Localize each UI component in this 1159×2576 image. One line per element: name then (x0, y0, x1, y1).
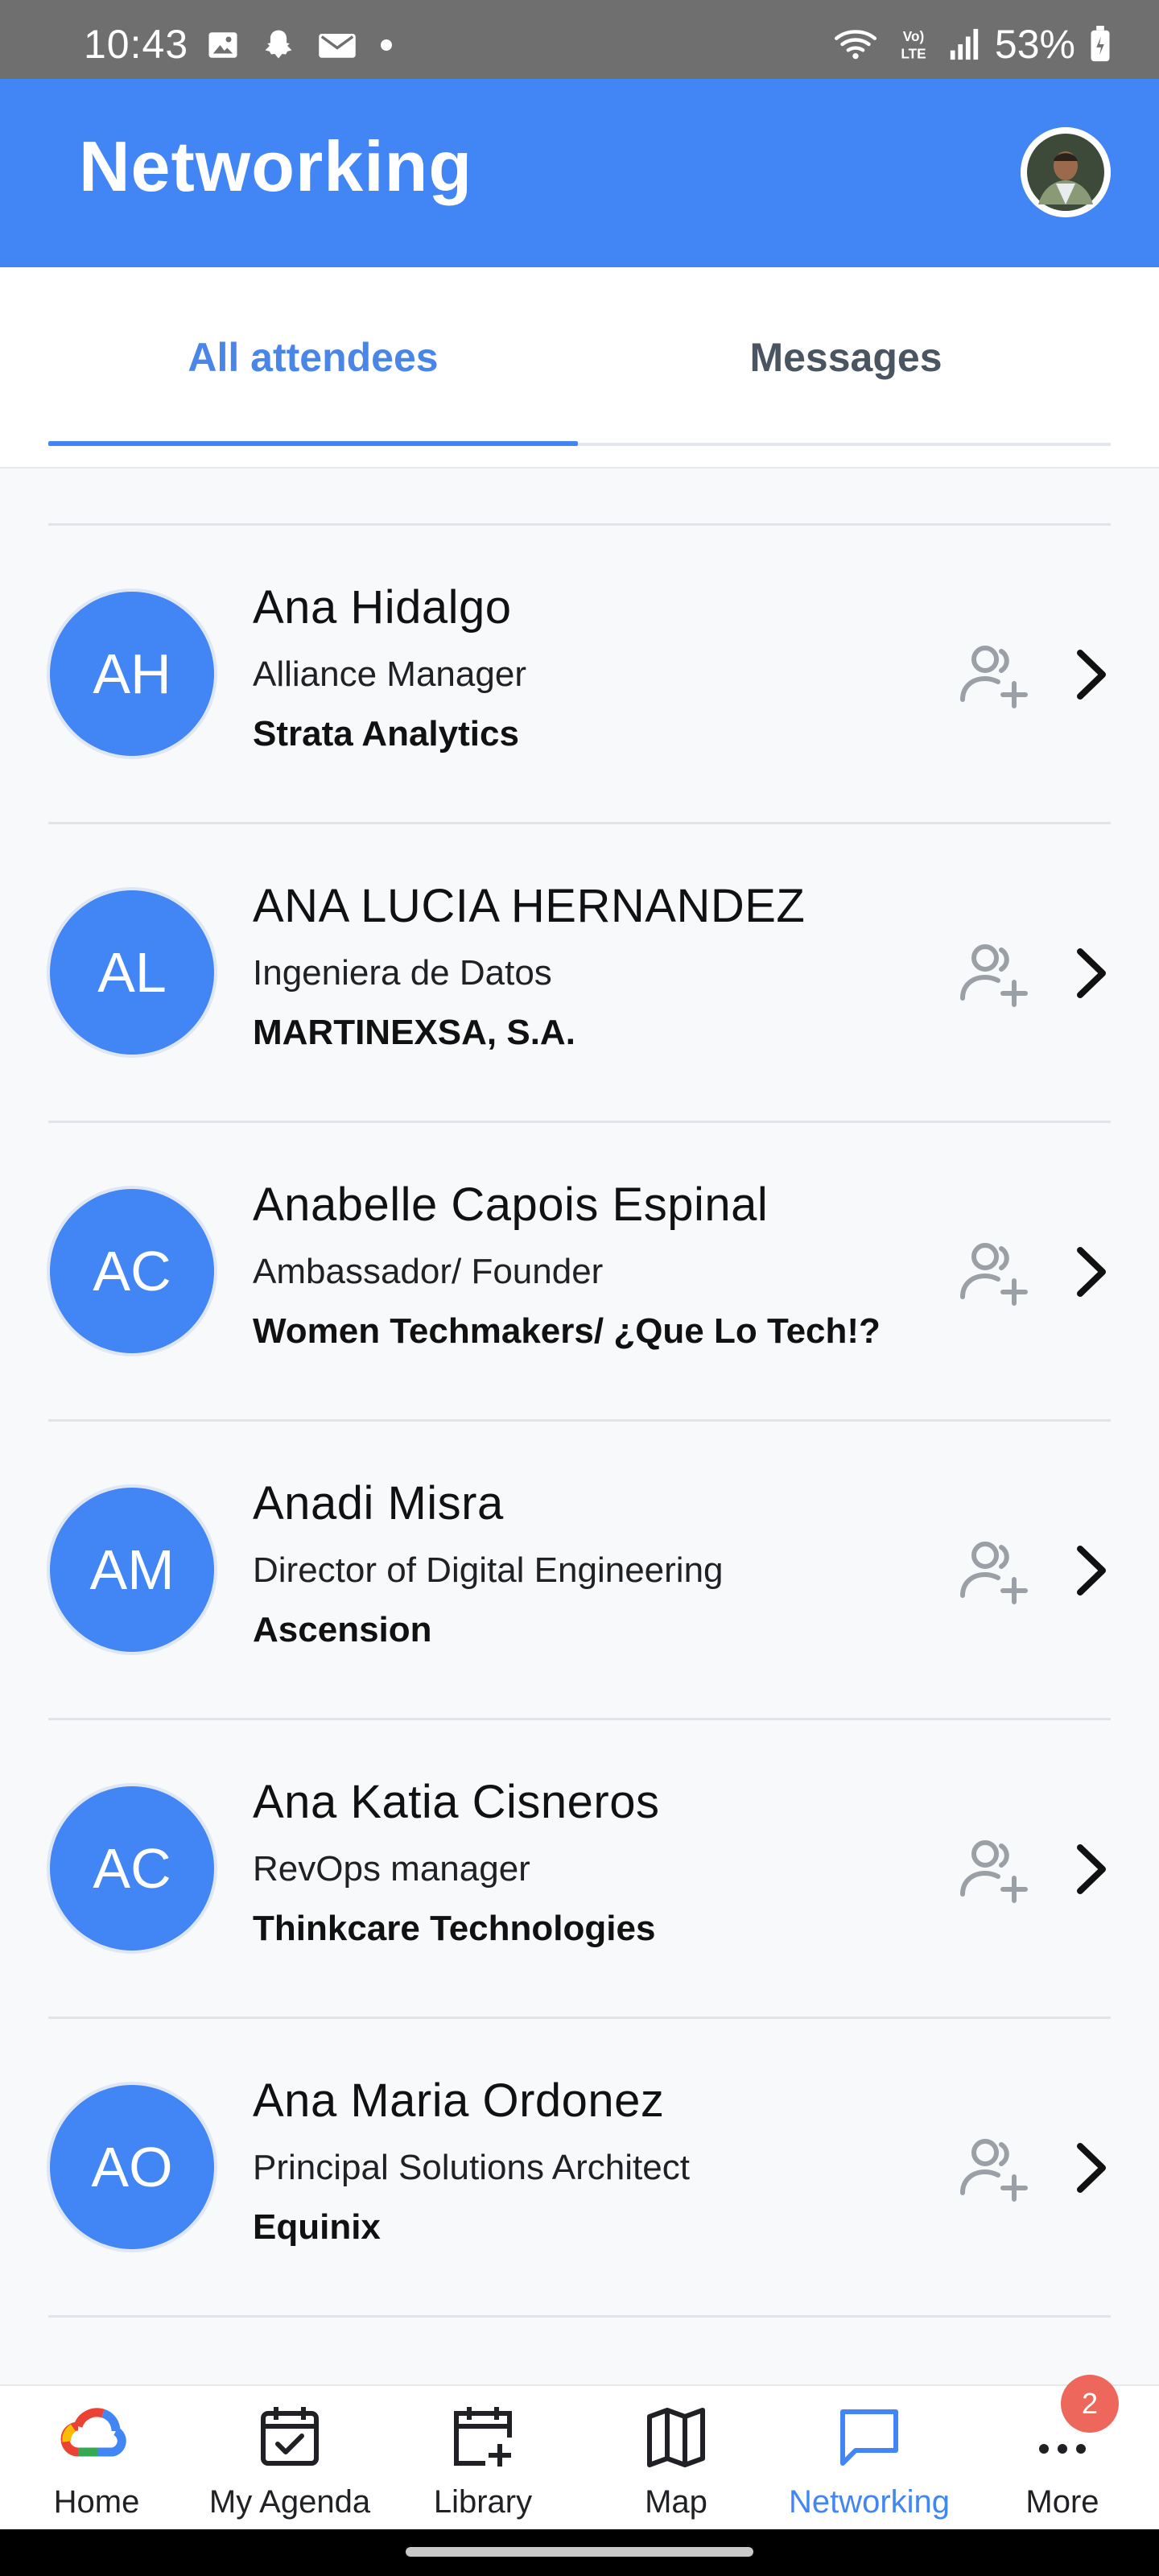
nav-label: Map (645, 2484, 707, 2520)
attendee-company: Strata Analytics (253, 714, 519, 753)
attendee-row[interactable]: AC Anabelle Capois Espinal Ambassador/ F… (0, 1123, 1159, 1422)
add-contact-icon[interactable] (956, 1236, 1030, 1310)
nav-map[interactable]: Map (580, 2386, 773, 2531)
status-time: 10:43 (84, 22, 189, 67)
app-bar: Networking (0, 79, 1159, 267)
volte-icon: Vo)LTE (901, 28, 926, 61)
add-contact-icon[interactable] (956, 638, 1030, 712)
nav-label: My Agenda (208, 2484, 371, 2520)
attendee-role: Director of Digital Engineering (253, 1550, 724, 1590)
attendee-company: Thinkcare Technologies (253, 1909, 656, 1948)
page-title: Networking (79, 126, 473, 206)
initials-avatar: AO (50, 2085, 214, 2249)
gallery-icon (208, 32, 237, 58)
profile-photo-icon (1021, 127, 1111, 217)
attendee-name: Anadi Misra (253, 1477, 504, 1530)
attendee-company: Ascension (253, 1610, 432, 1649)
attendee-name: ANA LUCIA HERNANDEZ (253, 880, 806, 932)
attendee-name: Ana Katia Cisneros (253, 1776, 660, 1828)
status-bar: 10:43 Vo) LTE 53% (0, 0, 1159, 79)
chevron-right-icon[interactable] (1070, 2141, 1111, 2194)
signal-icon (950, 28, 979, 60)
attendee-row[interactable]: AH Ana Hidalgo Alliance Manager Strata A… (0, 526, 1159, 824)
bottom-navigation: Home My Agenda Library Map Networking Mo… (0, 2384, 1159, 2531)
add-contact-icon[interactable] (956, 1833, 1030, 1907)
chevron-right-icon[interactable] (1070, 947, 1111, 1000)
notification-badge: 2 (1061, 2375, 1119, 2433)
attendee-list[interactable]: AH Ana Hidalgo Alliance Manager Strata A… (0, 469, 1159, 2383)
battery-icon (1091, 26, 1110, 62)
tab-all-attendees[interactable]: All attendees (48, 267, 578, 448)
google-cloud-icon (60, 2408, 126, 2457)
calendar-add-icon (454, 2407, 512, 2467)
tab-messages[interactable]: Messages (581, 267, 1111, 448)
calendar-check-icon (261, 2407, 319, 2466)
nav-label: Home (53, 2484, 140, 2520)
attendee-name: Ana Hidalgo (253, 581, 512, 634)
add-contact-icon[interactable] (956, 2132, 1030, 2206)
chevron-right-icon[interactable] (1070, 1843, 1111, 1896)
svg-text:LTE: LTE (901, 45, 926, 61)
status-notification-icons (206, 27, 394, 63)
svg-text:Vo): Vo) (903, 28, 925, 44)
nav-my-agenda[interactable]: My Agenda (193, 2386, 386, 2531)
chat-icon (840, 2409, 898, 2466)
initials-avatar: AL (50, 890, 214, 1055)
attendee-role: Alliance Manager (253, 654, 526, 694)
attendee-row[interactable]: AC Ana Katia Cisneros RevOps manager Thi… (0, 1720, 1159, 2019)
initials-avatar: AC (50, 1786, 214, 1951)
snapchat-icon (265, 30, 292, 59)
tab-active-indicator (48, 441, 578, 446)
profile-avatar[interactable] (1021, 127, 1111, 217)
email-icon (319, 34, 356, 58)
attendee-company: Women Techmakers/ ¿Que Lo Tech!? (253, 1311, 881, 1351)
status-system-icons: Vo) LTE 53% (832, 21, 1111, 68)
add-contact-icon[interactable] (956, 1534, 1030, 1608)
chevron-right-icon[interactable] (1070, 1544, 1111, 1597)
attendee-name: Anabelle Capois Espinal (253, 1179, 769, 1231)
nav-label: More (1025, 2484, 1099, 2520)
home-gesture-handle[interactable] (406, 2547, 753, 2557)
attendee-company: Equinix (253, 2207, 381, 2247)
nav-label: Networking (788, 2484, 951, 2520)
nav-library[interactable]: Library (386, 2386, 580, 2531)
chevron-right-icon[interactable] (1070, 1245, 1111, 1298)
wifi-icon (834, 30, 876, 60)
initials-avatar: AM (50, 1488, 214, 1652)
attendee-role: RevOps manager (253, 1849, 530, 1889)
initials-avatar: AH (50, 592, 214, 756)
battery-percentage: 53% (994, 22, 1075, 67)
tab-bar: All attendees Messages (0, 267, 1159, 469)
initials-avatar: AC (50, 1189, 214, 1353)
attendee-role: Principal Solutions Architect (253, 2148, 690, 2187)
add-contact-icon[interactable] (956, 937, 1030, 1011)
attendee-role: Ambassador/ Founder (253, 1252, 604, 1291)
attendee-role: Ingeniera de Datos (253, 953, 552, 993)
attendee-name: Ana Maria Ordonez (253, 2074, 665, 2127)
nav-label: Library (433, 2484, 533, 2520)
dot-icon (381, 39, 392, 51)
attendee-row[interactable]: AO Ana Maria Ordonez Principal Solutions… (0, 2019, 1159, 2318)
attendee-company: MARTINEXSA, S.A. (253, 1013, 575, 1052)
nav-networking[interactable]: Networking (773, 2386, 966, 2531)
map-icon (647, 2408, 705, 2467)
nav-home[interactable]: Home (0, 2386, 193, 2531)
attendee-row[interactable]: AL ANA LUCIA HERNANDEZ Ingeniera de Dato… (0, 824, 1159, 1123)
chevron-right-icon[interactable] (1070, 648, 1111, 701)
system-navigation-bar (0, 2529, 1159, 2576)
attendee-row[interactable]: AM Anadi Misra Director of Digital Engin… (0, 1422, 1159, 1720)
